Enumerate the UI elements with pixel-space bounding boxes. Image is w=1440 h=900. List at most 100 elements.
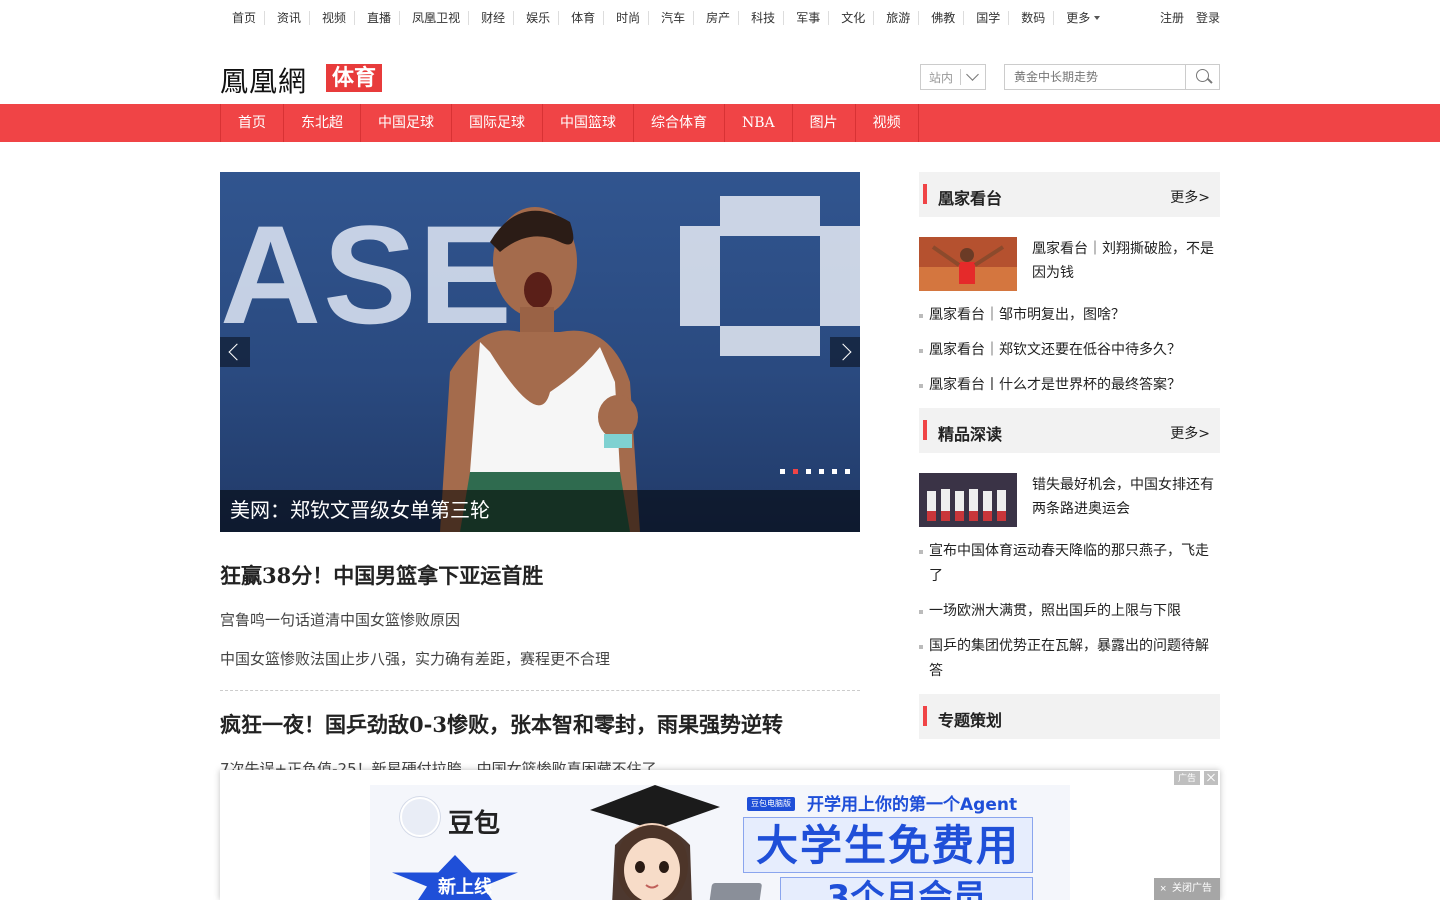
article-sub-link[interactable]: 宫鲁鸣一句话道清中国女篮惨败原因 [220,609,860,631]
box-header-deep-read: 精品深读 更多> [919,408,1220,453]
list-item[interactable]: 凰家看台｜郑钦文还要在低谷中待多久？ [919,338,1220,363]
featured-title[interactable]: 错失最好机会，中国女排还有两条路进奥运会 [1032,473,1220,521]
topnav-more-label: 更多 [1066,11,1091,25]
topnav-item-digital[interactable]: 数码 [1008,11,1053,25]
search-box [1004,64,1220,90]
login-link[interactable]: 登录 [1196,11,1220,25]
list-item[interactable]: 凰家看台丨什么才是世界杯的最终答案？ [919,373,1220,398]
search-icon[interactable] [1185,65,1219,89]
ad-headline: 开学用上你的第一个Agent [807,795,1018,815]
account-links: 注册 登录 [1160,11,1220,25]
tab-china-football[interactable]: 中国足球 [361,104,452,142]
sidebar: 凰家看台 更多> 凰家看台｜刘翔撕破脸，不是因为钱 凰家看台｜邹市明复出，图啥？… [919,172,1220,739]
side-list: 宣布中国体育运动春天降临的那只燕子，飞走了 一场欧洲大满贯，照出国乒的上限与下限… [919,539,1220,684]
topnav-item-finance[interactable]: 财经 [468,11,513,25]
topnav-item-news[interactable]: 资讯 [264,11,309,25]
more-link[interactable]: 更多> [1170,187,1210,207]
topnav-item-house[interactable]: 房产 [693,11,738,25]
tab-video[interactable]: 视频 [856,104,919,142]
slider-dot[interactable] [806,469,811,474]
graduate-illustration [590,785,720,900]
topnav-item-culture[interactable]: 文化 [828,11,873,25]
section-logo[interactable]: 体育 [326,64,382,92]
topnav-item-video[interactable]: 视频 [309,11,354,25]
tab-dongbeichao[interactable]: 东北超 [284,104,361,142]
search-scope-select[interactable]: 站内 [920,64,986,90]
thumbnail-image[interactable] [919,473,1017,527]
ad-brand-name: 豆包 [448,809,501,839]
site-logo[interactable]: 鳳凰網 [220,60,307,100]
slider-next-button[interactable] [830,337,860,367]
article-sub-link[interactable]: 中国女篮惨败法国止步八强，实力确有差距，赛程更不合理 [220,648,860,670]
list-item[interactable]: 一场欧洲大满贯，照出国乒的上限与下限 [919,599,1220,624]
tab-general-sports[interactable]: 综合体育 [634,104,725,142]
player-photo [440,207,640,532]
ad-main-text: 大学生免费用 [755,821,1020,870]
ad-product-badge: 豆包电脑版 [747,797,795,811]
list-item[interactable]: 宣布中国体育运动春天降临的那只燕子，飞走了 [919,539,1220,589]
accent-bar [923,420,927,440]
featured-item[interactable]: 错失最好机会，中国女排还有两条路进奥运会 [919,473,1220,529]
tab-nba[interactable]: NBA [725,104,793,142]
accent-bar [923,706,927,726]
topnav-item-guoxue[interactable]: 国学 [963,11,1008,25]
thumbnail-image[interactable] [919,237,1017,291]
article-title[interactable]: 疯狂一夜！国乒劲敌0-3惨败，张本智和零封，雨果强势逆转 [220,709,860,741]
slider-dot-active[interactable] [793,469,798,474]
laptop-icon [707,883,763,900]
ad-main-text-box: 大学生免费用 [743,817,1033,873]
close-ad-button[interactable]: 关闭广告 [1154,878,1220,900]
topnav-item-ent[interactable]: 娱乐 [513,11,558,25]
tab-pictures[interactable]: 图片 [793,104,856,142]
topnav-item-auto[interactable]: 汽车 [648,11,693,25]
list-item[interactable]: 国乒的集团优势正在瓦解，暴露出的问题待解答 [919,634,1220,684]
tab-home[interactable]: 首页 [221,104,284,142]
topnav-item-phoenixtv[interactable]: 凤凰卫视 [399,11,468,25]
slider-prev-button[interactable] [220,337,250,367]
section-nav-tabs: 首页 东北超 中国足球 国际足球 中国篮球 综合体育 NBA 图片 视频 [220,104,919,142]
topnav-item-sports[interactable]: 体育 [558,11,603,25]
box-header-fengjia: 凰家看台 更多> [919,172,1220,217]
chevron-down-icon [961,65,985,89]
search-input[interactable] [1005,65,1183,89]
article-title[interactable]: 狂赢38分！中国男篮拿下亚运首胜 [220,560,860,592]
slider-dots [780,469,850,474]
more-link[interactable]: 更多> [1170,423,1210,443]
box-header-special: 专题策划 [919,694,1220,739]
box-title: 专题策划 [938,711,1003,730]
divider [220,690,860,691]
top-nav: 首页 资讯 视频 直播 凤凰卫视 财经 娱乐 体育 时尚 汽车 房产 科技 军事… [220,11,1108,25]
doubao-avatar-icon [400,797,440,837]
topnav-item-travel[interactable]: 旅游 [873,11,918,25]
accent-bar [923,184,927,204]
register-link[interactable]: 注册 [1160,11,1184,25]
headline-slider[interactable]: ASE 美网：郑钦文晋级女单第三轮 [220,172,860,532]
close-icon[interactable] [1204,771,1218,785]
topnav-more[interactable]: 更多 [1053,11,1108,25]
tab-china-basketball[interactable]: 中国篮球 [543,104,634,142]
topnav-item-tech[interactable]: 科技 [738,11,783,25]
slider-dot[interactable] [832,469,837,474]
slider-dot[interactable] [845,469,850,474]
slide-caption[interactable]: 美网：郑钦文晋级女单第三轮 [230,494,490,523]
topnav-item-mil[interactable]: 军事 [783,11,828,25]
search-scope-label: 站内 [929,70,954,85]
top-bar: 首页 资讯 视频 直播 凤凰卫视 财经 娱乐 体育 时尚 汽车 房产 科技 军事… [220,0,1220,38]
section-nav: 首页 东北超 中国足球 国际足球 中国篮球 综合体育 NBA 图片 视频 [0,104,1440,142]
topnav-item-home[interactable]: 首页 [220,11,264,25]
topnav-item-live[interactable]: 直播 [354,11,399,25]
logo-row: 鳳凰網 体育 站内 [220,56,1220,98]
bottom-ad-banner[interactable]: 豆包 新上线 豆包电脑版 开学用上你的第一个Agent 大学生免费用 3个月会员… [220,770,1220,900]
topnav-item-fashion[interactable]: 时尚 [603,11,648,25]
featured-title[interactable]: 凰家看台｜刘翔撕破脸，不是因为钱 [1032,237,1220,285]
ad-star-text: 新上线 [438,877,492,898]
topnav-item-buddhism[interactable]: 佛教 [918,11,963,25]
slider-dot[interactable] [819,469,824,474]
side-list: 凰家看台｜邹市明复出，图啥？ 凰家看台｜郑钦文还要在低谷中待多久？ 凰家看台丨什… [919,303,1220,398]
ad-creative[interactable]: 豆包 新上线 豆包电脑版 开学用上你的第一个Agent 大学生免费用 3个月会员 [370,785,1070,900]
tab-intl-football[interactable]: 国际足球 [452,104,543,142]
list-item[interactable]: 凰家看台｜邹市明复出，图啥？ [919,303,1220,328]
featured-item[interactable]: 凰家看台｜刘翔撕破脸，不是因为钱 [919,237,1220,293]
slider-dot[interactable] [780,469,785,474]
box-title: 精品深读 [938,425,1003,444]
